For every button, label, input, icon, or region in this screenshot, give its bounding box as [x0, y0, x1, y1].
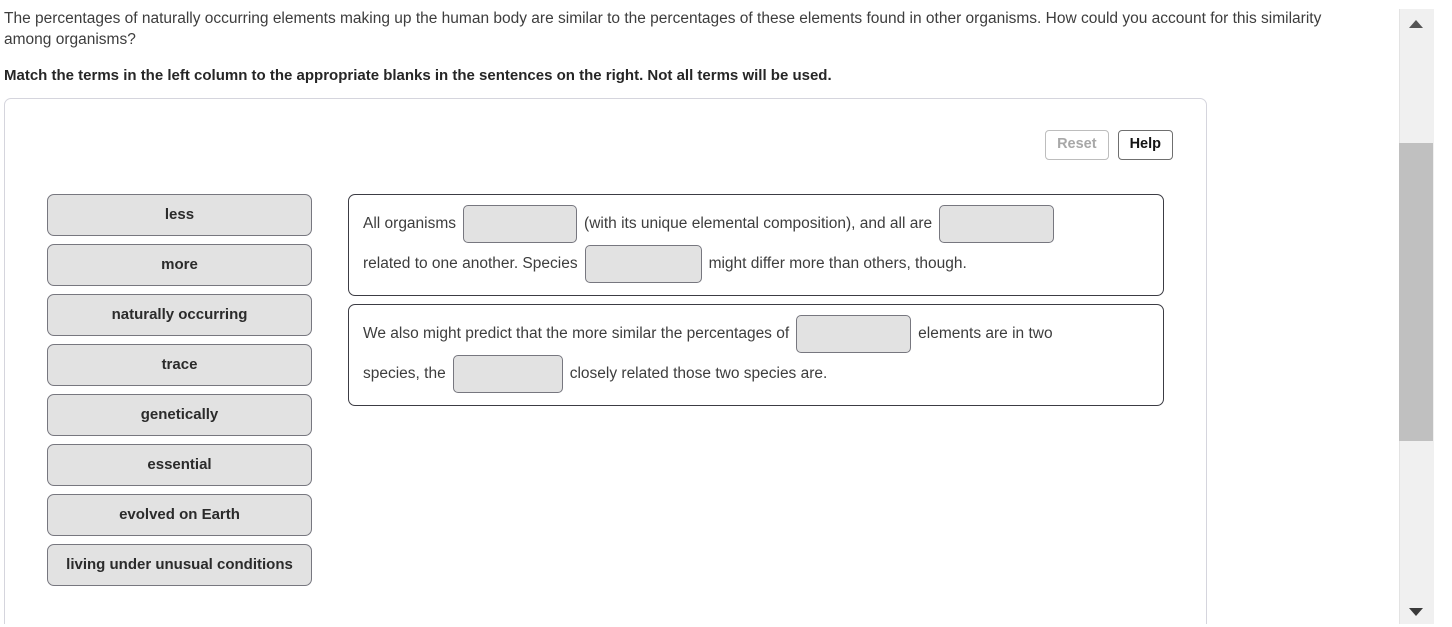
scrollbar-thumb[interactable]	[1399, 143, 1433, 441]
blank-4[interactable]	[796, 315, 912, 353]
question-block: The percentages of naturally occurring e…	[0, 0, 1396, 86]
sentence-text: elements are in two	[918, 325, 1053, 342]
term-tile[interactable]: essential	[47, 444, 312, 486]
sentence-line: species, the closely related those two sp…	[363, 354, 1149, 394]
sentence-text: species, the	[363, 365, 446, 382]
term-tile[interactable]: trace	[47, 344, 312, 386]
sentence-line: All organisms (with its unique elemental …	[363, 204, 1149, 244]
help-button[interactable]: Help	[1117, 130, 1173, 160]
sentence-text: All organisms	[363, 215, 457, 232]
term-tile[interactable]: more	[47, 244, 312, 286]
sentence-text: related to one another. Species	[363, 255, 578, 272]
sentence-line: related to one another. Species might dif…	[363, 244, 1149, 284]
sentence-text: We also might predict that the more simi…	[363, 325, 790, 342]
page-viewport: The percentages of naturally occurring e…	[0, 0, 1396, 624]
sentence-panels: All organisms (with its unique elemental …	[348, 194, 1164, 414]
matching-activity-card: Reset Help less more naturally occurring tr…	[4, 98, 1207, 624]
sentence-box: We also might predict that the more simi…	[348, 304, 1164, 406]
question-prompt: The percentages of naturally occurring e…	[4, 10, 1322, 48]
sentence-line: We also might predict that the more simi…	[363, 314, 1149, 354]
sentence-text: closely related those two species are.	[569, 365, 828, 382]
triangle-up-icon	[1409, 20, 1423, 28]
scroll-down-arrow-icon[interactable]	[1399, 597, 1433, 627]
sentence-box: All organisms (with its unique elemental …	[348, 194, 1164, 296]
blank-2[interactable]	[939, 205, 1055, 243]
sentence-text: (with its unique elemental composition),…	[584, 215, 933, 232]
sentence-text: might differ more than others, though.	[708, 255, 967, 272]
term-tile[interactable]: naturally occurring	[47, 294, 312, 336]
scroll-up-arrow-icon[interactable]	[1399, 9, 1433, 39]
card-toolbar: Reset Help	[1045, 130, 1173, 160]
reset-button[interactable]: Reset	[1045, 130, 1109, 160]
blank-5[interactable]	[452, 355, 563, 393]
triangle-down-icon	[1409, 608, 1423, 616]
term-bank: less more naturally occurring trace genetica…	[47, 194, 312, 594]
vertical-scrollbar[interactable]	[1396, 0, 1452, 624]
blank-1[interactable]	[463, 205, 578, 243]
blank-3[interactable]	[584, 245, 702, 283]
term-tile[interactable]: living under unusual conditions	[47, 544, 312, 586]
term-tile[interactable]: less	[47, 194, 312, 236]
question-instruction: Match the terms in the left column to th…	[4, 67, 832, 84]
term-tile[interactable]: evolved on Earth	[47, 494, 312, 536]
term-tile[interactable]: genetically	[47, 394, 312, 436]
